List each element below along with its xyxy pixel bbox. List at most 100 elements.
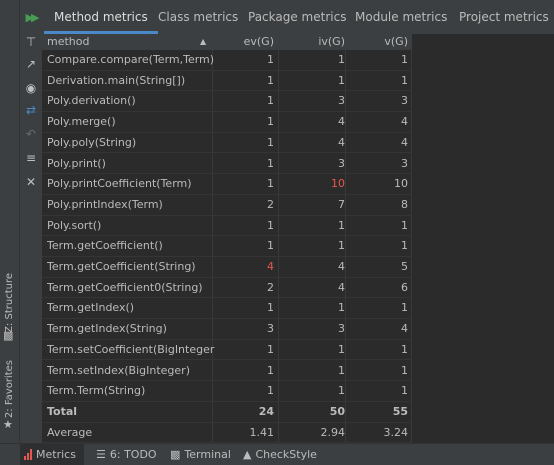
bottom-tool-bar: Metrics ☰ 6: TODO ▩ Terminal ▲ CheckStyl… (0, 443, 554, 465)
table-row[interactable]: Poly.merge() 1 4 4 (42, 112, 412, 133)
terminal-icon: ▩ (170, 447, 181, 461)
diff-icon[interactable]: ⇄ (20, 100, 42, 120)
table-row[interactable]: Term.getIndex() 1 1 1 (42, 298, 412, 320)
iv-cell: 50 (329, 404, 345, 418)
ev-cell: 2 (267, 197, 274, 211)
table-row[interactable]: Poly.derivation() 1 3 3 (42, 91, 412, 113)
table-row[interactable]: Poly.poly(String) 1 4 4 (42, 133, 412, 154)
iv-cell: 1 (338, 301, 345, 315)
pin-icon[interactable]: ⊤ (20, 32, 42, 52)
table-row[interactable]: Term.getCoefficient0(String) 2 4 6 (42, 278, 412, 299)
tab-project-metrics[interactable]: Project metrics (459, 0, 549, 34)
method-cell: Term.setIndex(BigInteger) (47, 363, 190, 377)
v-cell: 1 (401, 73, 408, 87)
ev-cell: 1 (267, 218, 274, 232)
ev-cell: 4 (267, 260, 274, 273)
table-row-average[interactable]: Average 1.41 2.94 3.24 (42, 423, 412, 444)
iv-cell: 1 (338, 239, 345, 253)
v-cell: 1 (401, 218, 408, 232)
table-row[interactable]: Term.getCoefficient() 1 1 1 (42, 236, 412, 257)
checkstyle-tool-label: CheckStyle (255, 447, 317, 461)
method-cell: Average (47, 425, 93, 439)
v-cell: 1 (401, 53, 408, 66)
v-cell: 4 (401, 115, 408, 129)
ev-cell: 1 (267, 73, 274, 87)
favorites-tool-button[interactable]: 2: Favorites (2, 360, 16, 418)
method-cell: Poly.poly(String) (47, 135, 137, 149)
tab-class-metrics[interactable]: Class metrics (158, 0, 238, 34)
close-icon[interactable]: ✕ (20, 172, 42, 192)
run-icon[interactable]: ▶▶ (20, 0, 42, 34)
checkstyle-tool-button[interactable]: ▲ CheckStyle (243, 444, 317, 465)
method-cell: Poly.sort() (47, 218, 102, 232)
v-cell: 4 (401, 135, 408, 149)
favorites-label: 2: Favorites (3, 359, 15, 419)
terminal-tool-button[interactable]: ▩ Terminal (170, 444, 231, 465)
tab-method-metrics[interactable]: Method metrics (44, 0, 158, 34)
method-cell: Term.getIndex() (47, 301, 135, 315)
v-cell: 1 (401, 301, 408, 315)
method-cell: Poly.derivation() (47, 94, 136, 108)
structure-tool-button[interactable]: Z: Structure (2, 268, 16, 338)
method-cell: Poly.printIndex(Term) (47, 197, 163, 211)
table-row[interactable]: Poly.printIndex(Term) 2 7 8 (42, 195, 412, 216)
ev-cell: 1 (267, 239, 274, 253)
iv-cell: 1 (338, 342, 345, 356)
iv-cell: 1 (338, 384, 345, 398)
v-cell: 1 (401, 384, 408, 398)
metrics-tool-button[interactable]: Metrics (20, 444, 84, 465)
table-row[interactable]: Term.getIndex(String) 3 3 4 (42, 319, 412, 340)
undo-icon[interactable]: ↶ (20, 124, 42, 144)
iv-cell: 3 (338, 322, 345, 336)
iv-cell: 4 (338, 135, 345, 149)
table-row[interactable]: Term.setCoefficient(BigInteger) 1 1 1 (42, 340, 412, 361)
column-header-iv[interactable]: iv(G) (282, 34, 345, 50)
table-row[interactable]: Poly.printCoefficient(Term) 1 10 10 (42, 174, 412, 195)
method-cell: Term.getCoefficient0(String) (47, 280, 203, 294)
settings-sliders-icon[interactable]: ≡ (20, 148, 42, 168)
v-cell: 10 (394, 177, 408, 191)
table-row[interactable]: Term.setIndex(BigInteger) 1 1 1 (42, 361, 412, 382)
table-row[interactable]: Compare.compare(Term,Term) 1 1 1 (42, 50, 412, 71)
table-row-total[interactable]: Total 24 50 55 (42, 402, 412, 423)
iv-cell: 4 (338, 260, 345, 273)
terminal-tool-label: Terminal (184, 447, 231, 461)
list-icon: ☰ (96, 447, 106, 461)
tab-module-metrics[interactable]: Module metrics (355, 0, 447, 34)
todo-tool-button[interactable]: ☰ 6: TODO (96, 444, 157, 465)
ev-cell: 1 (267, 53, 274, 66)
table-row[interactable]: Poly.sort() 1 1 1 (42, 216, 412, 237)
camera-icon[interactable]: ◉ (20, 78, 42, 98)
v-cell: 3 (401, 156, 408, 170)
v-cell: 1 (401, 363, 408, 377)
v-cell: 4 (401, 322, 408, 336)
ev-cell: 1 (267, 301, 274, 315)
ev-cell: 1.41 (249, 425, 275, 439)
v-cell: 5 (401, 260, 408, 273)
column-header-v[interactable]: v(G) (346, 34, 408, 50)
metrics-toolbar: ⊤ ↗ ◉ ⇄ ↶ ≡ ✕ (20, 0, 42, 443)
metrics-tab-bar: Method metrics Class metrics Package met… (42, 0, 554, 35)
iv-cell: 1 (338, 363, 345, 377)
ev-cell: 1 (267, 384, 274, 398)
iv-cell: 2.94 (320, 425, 346, 439)
ev-cell: 2 (267, 280, 274, 294)
todo-tool-label: 6: TODO (109, 447, 157, 461)
table-row[interactable]: Term.Term(String) 1 1 1 (42, 381, 412, 402)
export-icon[interactable]: ↗ (20, 54, 42, 74)
table-row[interactable]: Poly.print() 1 3 3 (42, 154, 412, 175)
v-cell: 3 (401, 94, 408, 108)
method-cell: Term.Term(String) (47, 384, 146, 398)
ev-cell: 1 (267, 135, 274, 149)
ev-cell: 1 (267, 156, 274, 170)
iv-cell: 1 (338, 218, 345, 232)
column-header-method[interactable]: method (47, 34, 197, 50)
iv-cell: 3 (338, 156, 345, 170)
column-header-ev[interactable]: ev(G) (214, 34, 274, 50)
table-row[interactable]: Term.getCoefficient(String) 4 4 5 (42, 257, 412, 278)
v-cell: 1 (401, 239, 408, 253)
ev-cell: 1 (267, 94, 274, 108)
table-row[interactable]: Derivation.main(String[]) 1 1 1 (42, 71, 412, 92)
iv-cell: 4 (338, 280, 345, 294)
tab-package-metrics[interactable]: Package metrics (248, 0, 346, 34)
